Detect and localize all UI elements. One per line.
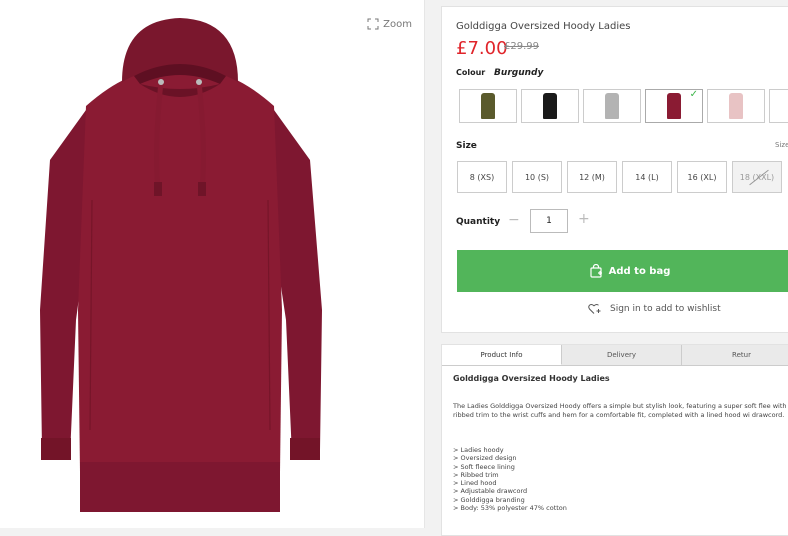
size-option-14[interactable]: 14 (L): [622, 161, 672, 193]
colour-label: Colour: [456, 68, 486, 77]
hoody-image: [40, 18, 322, 512]
bag-icon: [590, 264, 602, 278]
list-item: > Ribbed trim: [453, 470, 499, 479]
tab-product-info[interactable]: Product Info: [442, 345, 562, 365]
feature-list: > Ladies hoody > Oversized design > Soft…: [453, 446, 567, 512]
list-item: > Adjustable drawcord: [453, 487, 528, 496]
list-item: > Lined hood: [453, 479, 497, 488]
list-item: > Golddigga branding: [453, 495, 525, 504]
quantity-increase-button[interactable]: +: [578, 211, 590, 227]
swatch-thumbnail: [667, 93, 681, 119]
colour-swatch-black[interactable]: [521, 89, 579, 123]
list-item: > Soft fleece lining: [453, 462, 515, 471]
product-info-card: Golddigga Oversized Hoody Ladies £7.00 £…: [441, 6, 788, 333]
list-item: > Ladies hoody: [453, 446, 504, 454]
colour-value: Burgundy: [494, 68, 544, 78]
size-option-10[interactable]: 10 (S): [512, 161, 562, 193]
product-image[interactable]: [30, 10, 330, 520]
quantity-input[interactable]: 1: [530, 209, 568, 233]
add-to-bag-label: Add to bag: [608, 265, 671, 277]
swatch-thumbnail: [729, 93, 743, 119]
was-price: £29.99: [504, 41, 539, 52]
wishlist-link[interactable]: Sign in to add to wishlist: [588, 303, 721, 315]
size-option-12[interactable]: 12 (M): [567, 161, 617, 193]
list-item: > Oversized design: [453, 454, 517, 463]
swatch-thumbnail: [481, 93, 495, 119]
size-label: Size: [456, 141, 477, 151]
size-options: 8 (XS) 10 (S) 12 (M) 14 (L) 16 (XL) 18 (…: [457, 161, 782, 193]
product-image-panel: Zoom: [0, 0, 425, 528]
wishlist-label: Sign in to add to wishlist: [610, 304, 721, 314]
tab-delivery[interactable]: Delivery: [562, 345, 682, 365]
heart-plus-icon: [588, 303, 601, 314]
size-option-16[interactable]: 16 (XL): [677, 161, 727, 193]
size-guide-link[interactable]: Size: [775, 141, 788, 149]
size-option-8[interactable]: 8 (XS): [457, 161, 507, 193]
details-tabs: Product Info Delivery Retur: [442, 345, 788, 366]
description-title: Golddigga Oversized Hoody Ladies: [453, 374, 610, 383]
quantity-label: Quantity: [456, 217, 501, 227]
product-title: Golddigga Oversized Hoody Ladies: [456, 21, 631, 32]
product-details-card: Product Info Delivery Retur Golddigga Ov…: [441, 344, 788, 536]
expand-icon: [367, 18, 379, 30]
colour-swatches: ✓: [459, 89, 788, 123]
colour-swatch-grey[interactable]: [583, 89, 641, 123]
product-price: £7.00: [456, 38, 508, 59]
colour-swatch-khaki[interactable]: [459, 89, 517, 123]
check-icon: ✓: [689, 89, 698, 100]
colour-swatch-pink[interactable]: [707, 89, 765, 123]
zoom-button[interactable]: Zoom: [367, 18, 412, 30]
colour-swatch-more[interactable]: [769, 89, 788, 123]
list-item: > Body: 53% polyester 47% cotton: [453, 504, 567, 513]
description-text: The Ladies Golddigga Oversized Hoody off…: [453, 402, 788, 419]
zoom-label: Zoom: [383, 18, 412, 30]
quantity-decrease-button[interactable]: −: [508, 212, 520, 228]
colour-swatch-burgundy[interactable]: ✓: [645, 89, 703, 123]
swatch-thumbnail: [605, 93, 619, 119]
swatch-thumbnail: [543, 93, 557, 119]
colour-row: Colour Burgundy: [456, 68, 543, 78]
tab-returns[interactable]: Retur: [682, 345, 788, 365]
add-to-bag-button[interactable]: Add to bag: [457, 250, 788, 292]
size-option-18-out-of-stock: 18 (XXL): [732, 161, 782, 193]
